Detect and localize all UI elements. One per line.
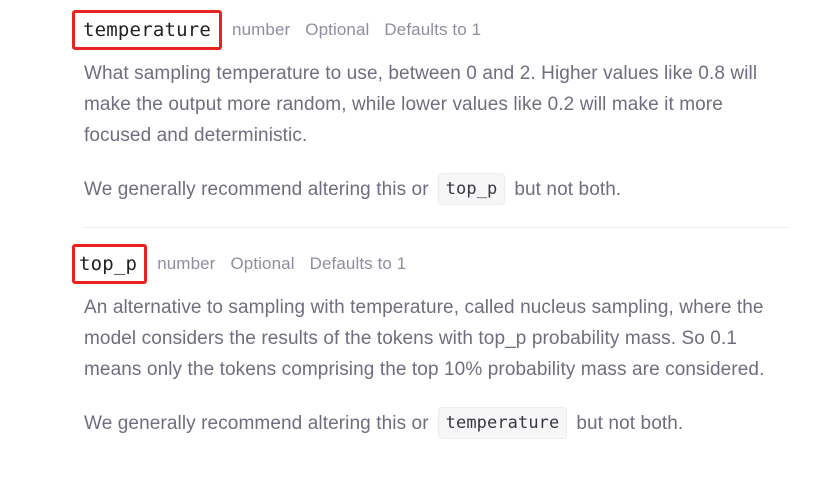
param-top-p: top_p number Optional Defaults to 1 An a… [72, 244, 788, 439]
recommend-suffix: but not both. [514, 178, 622, 200]
param-description: An alternative to sampling with temperat… [84, 297, 765, 380]
param-recommendation: We generally recommend altering this or … [84, 173, 788, 205]
param-default: Defaults to 1 [384, 20, 482, 39]
inline-code-top-p: top_p [437, 173, 506, 205]
param-optional-badge: Optional [230, 254, 295, 273]
param-optional-badge: Optional [305, 20, 370, 39]
param-name-highlighted[interactable]: top_p [72, 244, 148, 284]
param-name-highlighted[interactable]: temperature [72, 10, 223, 50]
recommend-suffix: but not both. [576, 412, 684, 434]
param-header: top_p number Optional Defaults to 1 [72, 244, 788, 284]
param-recommendation: We generally recommend altering this or … [84, 407, 788, 439]
param-description: What sampling temperature to use, betwee… [84, 63, 758, 146]
recommend-prefix: We generally recommend altering this or [84, 178, 429, 200]
recommend-prefix: We generally recommend altering this or [84, 412, 429, 434]
param-type: number [157, 254, 216, 273]
param-temperature: temperature number Optional Defaults to … [72, 10, 788, 205]
section-divider [84, 227, 788, 228]
inline-code-temperature: temperature [437, 407, 568, 439]
param-header: temperature number Optional Defaults to … [72, 10, 788, 50]
param-default: Defaults to 1 [309, 254, 407, 273]
param-type: number [232, 20, 291, 39]
